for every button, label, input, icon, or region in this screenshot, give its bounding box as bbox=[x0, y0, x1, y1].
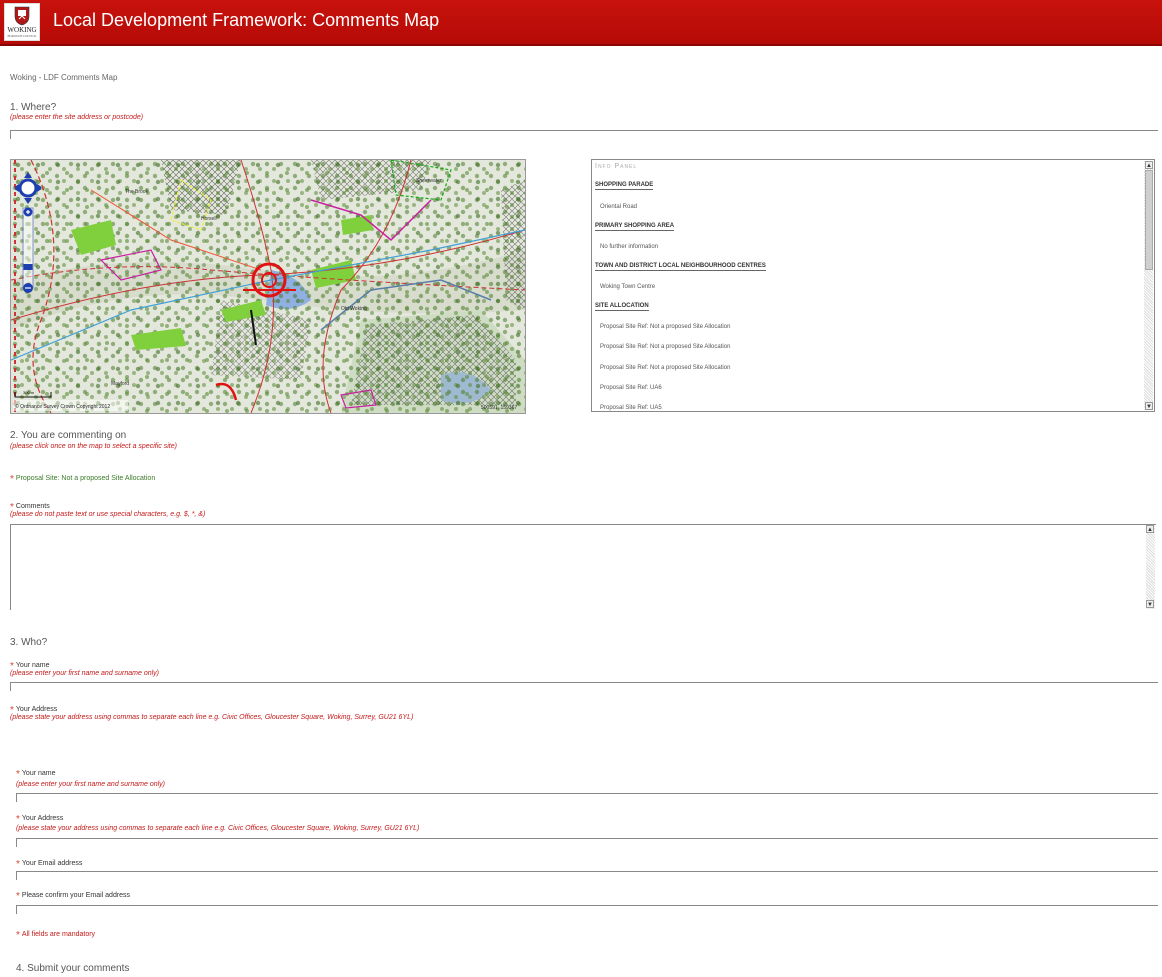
crest-icon bbox=[14, 6, 30, 26]
scroll-up-icon[interactable]: ▲ bbox=[1145, 161, 1153, 169]
map-canvas[interactable]: The Brook Sheerwater Horsell Old Woking … bbox=[11, 160, 525, 413]
address-hint: (please state your address using commas … bbox=[16, 825, 420, 832]
commenting-hint: (please click once on the map to select … bbox=[10, 443, 177, 450]
pan-control-icon[interactable] bbox=[15, 172, 41, 204]
info-panel-title: Info Panel bbox=[595, 163, 638, 170]
info-panel[interactable]: Info Panel Shopping Parade Oriental Road… bbox=[591, 159, 1155, 412]
selected-site: * Proposal Site: Not a proposed Site Allo… bbox=[10, 472, 156, 485]
confirm-email-input[interactable] bbox=[16, 905, 1158, 914]
info-section-value: Proposal Site Ref: UA5 bbox=[600, 405, 662, 411]
map-label: Sheerwater bbox=[416, 178, 442, 184]
map-label: The Brook bbox=[125, 189, 149, 195]
info-section-value: Oriental Road bbox=[600, 204, 638, 210]
name-label: * Your name bbox=[10, 659, 50, 672]
confirm-email-label-text: Please confirm your Email address bbox=[21, 892, 131, 899]
comments-textarea[interactable] bbox=[10, 524, 1156, 610]
commenting-heading: 2. You are commenting on bbox=[10, 430, 127, 441]
required-mark: * bbox=[16, 859, 20, 870]
required-mark: * bbox=[10, 474, 14, 485]
info-section-value: Proposal Site Ref: Not a proposed Site A… bbox=[600, 365, 731, 371]
address-input[interactable] bbox=[16, 838, 1158, 847]
selected-site-text: Proposal Site: Not a proposed Site Alloc… bbox=[15, 475, 156, 482]
email-label-text: Your Email address bbox=[21, 860, 83, 867]
info-section-value: Proposal Site Ref: UA6 bbox=[600, 385, 662, 391]
info-section-heading: Shopping Parade bbox=[595, 182, 654, 190]
who-heading: 3. Who? bbox=[10, 637, 48, 648]
mandatory-note-text: All fields are mandatory bbox=[21, 931, 96, 938]
zoom-controls[interactable] bbox=[15, 170, 41, 300]
info-section-value: Proposal Site Ref: Not a proposed Site A… bbox=[600, 324, 731, 330]
name-label-text: Your name bbox=[15, 662, 50, 669]
info-section-heading: Site Allocation bbox=[595, 303, 649, 311]
scroll-up-icon[interactable]: ▲ bbox=[1146, 525, 1154, 533]
required-mark: * bbox=[16, 814, 20, 825]
comments-hint: (please do not paste text or use special… bbox=[10, 511, 206, 518]
scroll-down-icon[interactable]: ▼ bbox=[1146, 600, 1154, 608]
submit-heading: 4. Submit your comments bbox=[16, 963, 130, 974]
address-search-input[interactable] bbox=[10, 130, 1158, 139]
scroll-down-icon[interactable]: ▼ bbox=[1145, 402, 1153, 410]
name-hint: (please enter your first name and surnam… bbox=[16, 781, 166, 788]
required-mark: * bbox=[16, 930, 20, 941]
where-heading: 1. Where? bbox=[10, 102, 57, 113]
address-label-text: Your Address bbox=[15, 706, 58, 713]
map-label: Old Woking bbox=[341, 306, 367, 312]
email-input[interactable] bbox=[16, 871, 1158, 880]
comments-label: * Comments bbox=[10, 500, 50, 513]
logo-subtext: BOROUGH COUNCIL bbox=[7, 34, 37, 38]
address-label: * Your Address bbox=[10, 703, 58, 716]
comments-map[interactable]: The Brook Sheerwater Horsell Old Woking … bbox=[10, 159, 526, 414]
scrollbar-thumb[interactable] bbox=[1145, 170, 1153, 270]
address-label: * Your Address bbox=[16, 812, 64, 825]
confirm-email-label: * Please confirm your Email address bbox=[16, 889, 131, 902]
where-hint: (please enter the site address or postco… bbox=[10, 114, 144, 121]
name-input[interactable] bbox=[10, 682, 1158, 691]
required-mark: * bbox=[16, 769, 20, 780]
required-mark: * bbox=[16, 891, 20, 902]
name-label: * Your name bbox=[16, 767, 56, 780]
council-logo[interactable]: WOKING BOROUGH COUNCIL bbox=[4, 3, 40, 41]
map-coordinates: 500591, 159367 bbox=[481, 405, 517, 411]
name-hint: (please enter your first name and surnam… bbox=[10, 670, 160, 677]
app-header: WOKING BOROUGH COUNCIL Local Development… bbox=[0, 0, 1162, 46]
name-input[interactable] bbox=[16, 793, 1158, 802]
name-label-text: Your name bbox=[21, 770, 56, 777]
address-label-text: Your Address bbox=[21, 815, 64, 822]
address-hint: (please state your address using commas … bbox=[10, 714, 414, 721]
comments-scrollbar[interactable] bbox=[1146, 525, 1155, 609]
info-section-heading: Primary Shopping Area bbox=[595, 223, 675, 231]
map-label: Mayford bbox=[111, 381, 129, 387]
map-copyright: © Ordnance Survey Crown Copyright 2012 bbox=[15, 403, 110, 410]
comments-label-text: Comments bbox=[15, 503, 50, 510]
mandatory-note: * All fields are mandatory bbox=[16, 928, 96, 941]
scale-label: 300 m bbox=[23, 390, 35, 395]
info-section-value: Woking Town Centre bbox=[600, 284, 656, 290]
header-title: Local Development Framework: Comments Ma… bbox=[53, 10, 440, 30]
info-section-value: Proposal Site Ref: Not a proposed Site A… bbox=[600, 344, 731, 350]
page-title: Woking - LDF Comments Map bbox=[10, 73, 118, 82]
email-label: * Your Email address bbox=[16, 857, 83, 870]
info-section-value: No further information bbox=[600, 244, 659, 250]
logo-text: WOKING bbox=[7, 26, 37, 34]
zoom-slider-handle[interactable] bbox=[23, 264, 33, 270]
info-section-heading: Town and District Local Neighbourhood Ce… bbox=[595, 263, 766, 271]
map-label: Horsell bbox=[201, 216, 217, 222]
